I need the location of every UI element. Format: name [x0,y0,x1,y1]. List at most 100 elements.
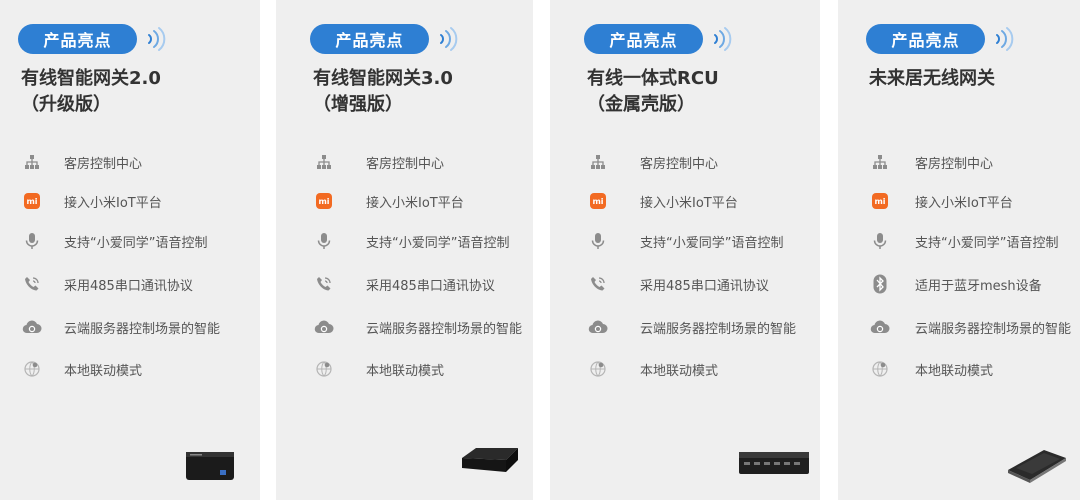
feature-item: 支持“小爱同学”语音控制 [22,229,207,253]
feature-text: 本地联动模式 [640,363,719,379]
feature-text: 云端服务器控制场景的智能 [640,321,797,337]
phone-call-icon [588,274,608,294]
feature-text: 客房控制中心 [640,156,719,172]
feature-item: 本地联动模式 [22,357,142,381]
product-image [1006,444,1068,488]
feature-text: 采用485串口通讯协议 [64,278,193,294]
microphone-icon [588,231,608,251]
globe-icon [22,359,42,379]
feature-item: 采用485串口通讯协议 [588,272,769,296]
feature-item: 采用485串口通讯协议 [22,272,193,296]
highlights-badge: 产品亮点 [18,24,137,54]
highlights-badge: 产品亮点 [584,24,703,54]
feature-text: 本地联动模式 [366,363,445,379]
product-image [738,446,810,480]
feature-text: 接入小米IoT平台 [915,195,1013,211]
feature-text: 客房控制中心 [366,156,445,172]
mi-logo-icon: mi [870,191,890,211]
product-title-line2: （金属壳版） [587,94,695,115]
product-card: 产品亮点有线一体式RCU （金属壳版） 客房控制中心 mi 接入小米IoT平台支持“小爱… [550,0,820,500]
feature-item: 支持“小爱同学”语音控制 [588,229,783,253]
feature-item: 客房控制中心 [870,150,993,174]
feature-item: 云端服务器控制场景的智能 [588,315,796,339]
mi-logo-icon: mi [588,191,608,211]
feature-item: 客房控制中心 [588,150,718,174]
signal-wave-icon [145,26,167,52]
highlights-badge-row: 产品亮点 [866,24,1015,54]
feature-text: 采用485串口通讯协议 [640,278,769,294]
highlights-badge: 产品亮点 [866,24,985,54]
product-title-line2: （增强版） [313,94,403,115]
feature-text: 支持“小爱同学”语音控制 [640,235,784,251]
feature-item: 支持“小爱同学”语音控制 [314,229,509,253]
feature-item: 本地联动模式 [588,357,718,381]
signal-wave-icon [437,26,459,52]
feature-item: 适用于蓝牙mesh设备 [870,272,1042,296]
feature-text: 支持“小爱同学”语音控制 [64,235,208,251]
mi-logo-icon: mi [314,191,334,211]
product-card: 产品亮点未来居无线网关客房控制中心 mi 接入小米IoT平台支持“小爱同学”语音控制… [838,0,1080,500]
globe-icon [314,359,334,379]
highlights-badge-row: 产品亮点 [18,24,167,54]
feature-item: 支持“小爱同学”语音控制 [870,229,1058,253]
feature-text: 客房控制中心 [915,156,994,172]
feature-item: 采用485串口通讯协议 [314,272,495,296]
feature-item: 云端服务器控制场景的智能 [22,315,220,339]
product-title: 未来居无线网关 [869,66,995,92]
feature-text: 云端服务器控制场景的智能 [915,321,1072,337]
feature-text: 本地联动模式 [915,363,994,379]
microphone-icon [314,231,334,251]
feature-text: 接入小米IoT平台 [366,195,464,211]
feature-text: 采用485串口通讯协议 [366,278,495,294]
highlights-badge-row: 产品亮点 [310,24,459,54]
product-title-line2: （升级版） [21,94,111,115]
cloud-icon [314,317,334,337]
feature-item: 客房控制中心 [314,150,444,174]
phone-call-icon [314,274,334,294]
product-card: 产品亮点有线智能网关3.0 （增强版） 客房控制中心 mi 接入小米IoT平台支持“小爱… [276,0,533,500]
globe-icon [588,359,608,379]
microphone-icon [870,231,890,251]
feature-item: mi 接入小米IoT平台 [588,189,738,213]
feature-item: mi 接入小米IoT平台 [314,189,464,213]
feature-item: 云端服务器控制场景的智能 [870,315,1071,339]
highlights-badge-row: 产品亮点 [584,24,733,54]
product-card: 产品亮点有线智能网关2.0 （升级版） 客房控制中心 mi 接入小米IoT平台支持“小爱… [0,0,260,500]
phone-call-icon [22,274,42,294]
feature-item: 云端服务器控制场景的智能 [314,315,522,339]
cloud-icon [870,317,890,337]
feature-text: 云端服务器控制场景的智能 [366,321,523,337]
product-title: 有线一体式RCU （金属壳版） [587,66,719,118]
feature-item: 客房控制中心 [22,150,142,174]
org-chart-icon [870,152,890,172]
product-title: 有线智能网关2.0 （升级版） [21,66,161,118]
product-title-line1: 有线智能网关3.0 [313,68,453,89]
product-title: 有线智能网关3.0 （增强版） [313,66,453,118]
signal-wave-icon [711,26,733,52]
feature-item: 本地联动模式 [870,357,993,381]
feature-item: mi 接入小米IoT平台 [870,189,1013,213]
feature-item: mi 接入小米IoT平台 [22,189,162,213]
bluetooth-icon [870,274,890,294]
feature-text: 客房控制中心 [64,156,143,172]
feature-text: 云端服务器控制场景的智能 [64,321,221,337]
product-title-line1: 有线一体式RCU [587,68,719,89]
cloud-icon [22,317,42,337]
product-highlights-page: 产品亮点有线智能网关2.0 （升级版） 客房控制中心 mi 接入小米IoT平台支持“小爱… [0,0,1080,500]
microphone-icon [22,231,42,251]
feature-text: 接入小米IoT平台 [640,195,738,211]
feature-text: 本地联动模式 [64,363,143,379]
feature-text: 适用于蓝牙mesh设备 [915,278,1042,294]
org-chart-icon [314,152,334,172]
cloud-icon [588,317,608,337]
highlights-badge: 产品亮点 [310,24,429,54]
mi-logo-icon: mi [22,191,42,211]
feature-text: 支持“小爱同学”语音控制 [366,235,510,251]
org-chart-icon [588,152,608,172]
feature-text: 支持“小爱同学”语音控制 [915,235,1059,251]
globe-icon [870,359,890,379]
signal-wave-icon [993,26,1015,52]
product-title-line1: 有线智能网关2.0 [21,68,161,89]
product-title-line1: 未来居无线网关 [869,68,995,89]
feature-text: 接入小米IoT平台 [64,195,162,211]
